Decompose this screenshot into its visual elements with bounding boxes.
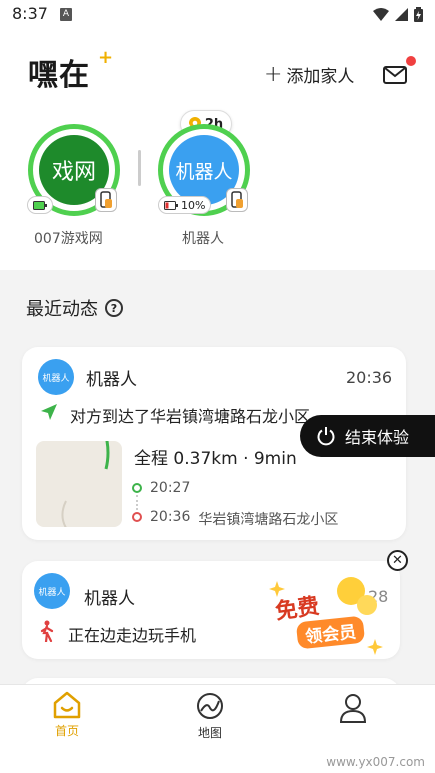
battery-low-icon xyxy=(164,200,178,210)
card-member-name: 机器人 xyxy=(86,370,137,390)
wifi-icon xyxy=(373,8,389,21)
end-trial-label: 结束体验 xyxy=(345,428,410,447)
phone-hand-icon xyxy=(231,191,243,208)
logo-plus-mark: + xyxy=(98,47,114,68)
trip-summary: 全程 0.37km · 9min xyxy=(134,449,297,469)
home-icon xyxy=(53,691,81,719)
member-name: 007游戏网 xyxy=(34,231,103,247)
nav-map-label: 地图 xyxy=(197,726,222,740)
mail-icon[interactable] xyxy=(383,66,407,84)
card-time: 20:36 xyxy=(346,368,393,387)
nav-home-label: 首页 xyxy=(54,724,79,738)
end-trial-button[interactable]: 结束体验 xyxy=(300,415,435,457)
header: 嘿在 + + 添加家人 戏网 007游戏网 2h 机器人 10% 机器人 xyxy=(0,30,435,270)
recent-activity-title: 最近动态 ? xyxy=(26,295,123,321)
start-point-marker xyxy=(132,483,142,493)
power-icon xyxy=(317,427,335,446)
phone-usage-badge xyxy=(226,188,248,212)
route-map-thumbnail[interactable] xyxy=(36,441,122,527)
close-icon[interactable]: ✕ xyxy=(387,550,408,571)
phone-hand-icon xyxy=(100,191,112,208)
card-avatar: 机器人 xyxy=(38,359,74,395)
recent-activity-label: 最近动态 xyxy=(26,299,98,320)
member-name: 机器人 xyxy=(182,231,224,247)
status-time: 8:37 xyxy=(12,4,48,23)
nav-profile[interactable] xyxy=(303,693,403,723)
signal-icon xyxy=(395,8,408,21)
bottom-navigation: 首页 地图 www.yx007.com xyxy=(0,684,435,773)
add-family-button[interactable]: + 添加家人 xyxy=(264,62,354,87)
free-membership-promo[interactable]: 免费 领会员 xyxy=(263,573,391,659)
app-logo: 嘿在 xyxy=(28,58,90,93)
battery-badge xyxy=(27,196,53,214)
battery-badge: 10% xyxy=(158,196,212,214)
status-bar: 8:37 A xyxy=(0,0,435,30)
end-point-marker xyxy=(132,512,142,522)
nav-map[interactable]: 地图 xyxy=(160,691,260,741)
trip-end-time: 20:36 xyxy=(150,509,191,525)
unread-dot xyxy=(406,56,416,66)
add-family-label: 添加家人 xyxy=(286,67,355,87)
card-event-text: 正在边走边玩手机 xyxy=(68,626,197,645)
map-icon xyxy=(197,693,223,719)
trip-start-time: 20:27 xyxy=(150,480,191,496)
card-avatar: 机器人 xyxy=(34,573,70,609)
battery-icon xyxy=(414,7,423,22)
card-member-name: 机器人 xyxy=(84,589,135,609)
route-map xyxy=(61,441,110,527)
battery-charging-icon xyxy=(33,200,47,210)
battery-percent: 10% xyxy=(181,198,206,212)
help-icon[interactable]: ? xyxy=(105,299,123,317)
plus-icon: + xyxy=(264,61,283,87)
phone-usage-badge xyxy=(95,188,117,212)
route-connector xyxy=(136,495,138,510)
navigation-arrow-icon xyxy=(41,404,57,420)
trip-end-row: 20:36 华岩镇湾塘路石龙小区 xyxy=(150,509,338,529)
member-divider xyxy=(138,150,141,186)
notification-icon: A xyxy=(60,8,72,21)
card-event-text: 对方到达了华岩镇湾塘路石龙小区 xyxy=(70,407,311,426)
person-icon xyxy=(339,694,367,723)
watermark: www.yx007.com xyxy=(326,755,425,769)
walking-person-icon xyxy=(40,620,54,642)
status-icons xyxy=(373,7,423,22)
trip-end-place: 华岩镇湾塘路石龙小区 xyxy=(198,512,339,528)
nav-home[interactable]: 首页 xyxy=(17,691,117,739)
